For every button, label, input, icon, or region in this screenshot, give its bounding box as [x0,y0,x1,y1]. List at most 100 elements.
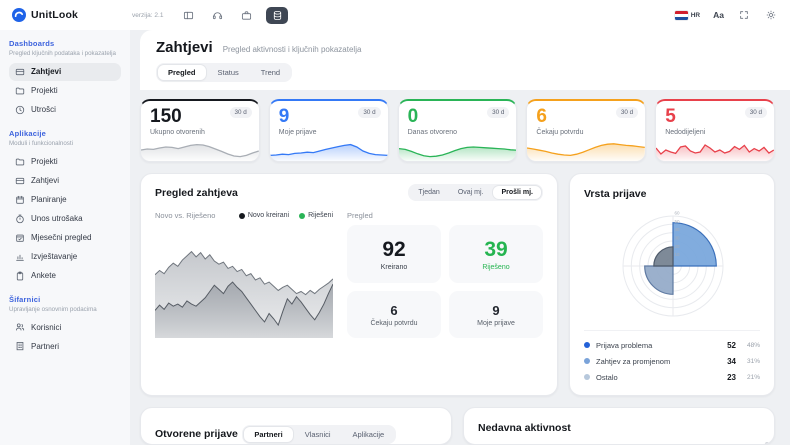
tab-pregled[interactable]: Pregled [158,65,206,80]
sidebar-item-app-projekti[interactable]: Projekti [9,153,121,171]
report-type-card: Vrsta prijave 10 20 30 40 50 60 Prijava probl… [569,173,775,396]
range-prosli-mj-button[interactable]: Prošli mj. [493,186,541,199]
kpi-card-ukupno-otvorenih: 150 Ukupno otvorenih 30 d [140,99,260,162]
page-subtitle: Pregled aktivnosti i ključnih pokazatelj… [222,45,362,54]
content: 150 Ukupno otvorenih 30 d 9 Moje prijave… [130,90,790,445]
legend-dot [584,358,590,364]
open-reports-title: Otvorene prijave [155,428,238,440]
overview-card: Pregled zahtjeva Tjedan Ovaj mj. Prošli … [140,173,558,396]
panel-toggle-icon[interactable] [179,7,197,24]
sidebar-item-utrosci[interactable]: Utrošci [9,101,121,119]
users-icon [16,323,25,331]
page-header: Zahtjevi Pregled aktivnosti i ključnih p… [140,30,790,90]
overview-title: Pregled zahtjeva [155,186,238,199]
font-size-toggle[interactable]: Aa [713,10,724,20]
unitlook-logo-icon [12,8,26,22]
kpi-label: Čekaju potvrdu [536,129,584,136]
section-subtitle: Upravljanje osnovnim podacima [9,305,97,313]
recent-activity-card: Nedavna aktivnost KR Kuhar Renato · Epsi… [463,407,775,445]
tab-status[interactable]: Status [208,65,249,80]
kpi-period-badge: 30 d [358,107,381,118]
clipboard-icon [16,271,24,280]
brand[interactable]: UnitLook [12,8,128,22]
section-title: Aplikacije [9,128,47,138]
tab-trend[interactable]: Trend [251,65,290,80]
range-tjedan-button[interactable]: Tjedan [410,186,447,199]
fullscreen-icon[interactable] [737,7,751,24]
report-type-polar-chart: 10 20 30 40 50 60 [622,211,724,317]
language-label: HR [690,11,701,19]
tab-vlasnici[interactable]: Vlasnici [295,427,341,442]
svg-text:10: 10 [675,252,681,257]
sidebar-item-mjesecni-pregled[interactable]: Mjesečni pregled [9,229,121,247]
open-reports-tabs: Partneri Vlasnici Aplikacije [242,425,397,444]
sidebar-section-dashboards: Dashboards Pregled ključnih podataka i p… [9,39,121,119]
recent-activity-title: Nedavna aktivnost [478,422,571,434]
sidebar-item-partneri[interactable]: Partneri [9,337,121,355]
legend-row-ostalo: Ostalo 23 21% [584,369,760,385]
clock-icon [15,105,25,114]
sidebar-item-izvjestavanje[interactable]: Izvještavanje [9,248,121,266]
archive-icon[interactable] [266,6,289,24]
svg-text:20: 20 [675,244,681,249]
stat-tile-moje-prijave: 9 Moje prijave [449,291,543,338]
kpi-label: Moje prijave [278,129,317,136]
overview-chart-panel: Novo vs. Riješeno Novo kreirani Riješeni [155,211,333,338]
tab-partneri[interactable]: Partneri [244,427,293,442]
sidebar-section-aplikacije: Aplikacije Moduli i funkcionalnosti Proj… [9,129,121,285]
kpi-card-nedodijeljeni: 5 Nedodijeljeni 30 d [655,99,775,162]
folder-icon [15,87,25,95]
legend-dot [584,342,590,348]
app-title: UnitLook [31,9,79,21]
sidebar-item-app-zahtjevi[interactable]: Zahtjevi [9,172,121,190]
range-buttons: Tjedan Ovaj mj. Prošli mj. [408,184,543,201]
page-title: Zahtjevi [156,39,213,56]
language-switcher[interactable]: HR [674,10,701,20]
sparkline-chart [398,137,517,161]
sparkline-chart [527,137,646,161]
chart-label: Novo vs. Riješeno [155,211,216,220]
section-subtitle: Moduli i funkcionalnosti [9,139,73,147]
topbar-icons [179,6,289,24]
legend-dot [299,212,306,219]
calendar-icon [16,195,24,204]
ticket-icon [15,177,25,184]
tab-aplikacije[interactable]: Aplikacije [343,427,395,442]
sparkline-chart [141,137,259,161]
kpi-period-badge: 30 d [487,107,510,118]
section-title: Šifarnici [9,294,41,304]
sidebar-item-korisnici[interactable]: Korisnici [9,318,121,336]
svg-text:50: 50 [675,219,681,224]
svg-text:30: 30 [675,236,681,241]
topbar-right: HR Aa [674,7,778,24]
bar-chart-icon [16,254,24,261]
sidebar-item-unos-utrosaka[interactable]: Unos utrošaka [9,210,121,228]
legend-dot [584,374,590,380]
sidebar-item-projekti[interactable]: Projekti [9,82,121,100]
sidebar-item-zahtjevi[interactable]: Zahtjevi [9,62,121,81]
sidebar-item-planiranje[interactable]: Planiranje [9,191,121,209]
kpi-label: Nedodijeljeni [665,129,706,136]
kpi-card-danas-otvoreno: 0 Danas otvoreno 30 d [397,99,518,162]
stat-tile-rijeseno: 39 Riješeno [449,225,543,283]
briefcase-icon[interactable] [237,7,255,24]
chart-legend: Novo kreirani Riješeni [238,212,333,219]
headset-icon[interactable] [208,7,226,24]
kpi-row: 150 Ukupno otvorenih 30 d 9 Moje prijave… [140,99,775,162]
legend-row-prijava-problema: Prijava problema 52 48% [584,337,760,353]
ticket-icon [15,68,25,75]
sidebar-section-sifarnici: Šifarnici Upravljanje osnovnim podacima … [9,295,121,356]
building-icon [16,342,24,351]
kpi-label: Ukupno otvorenih [150,129,205,136]
sparkline-chart [656,137,774,161]
theme-toggle-icon[interactable] [764,7,778,24]
svg-text:40: 40 [675,227,681,232]
section-title: Dashboards [9,39,55,48]
kpi-card-moje-prijave: 9 Moje prijave 30 d [268,99,389,162]
view-tabs: Pregled Status Trend [156,63,293,82]
timer-icon [16,214,24,223]
range-ovaj-mj-button[interactable]: Ovaj mj. [450,186,492,199]
activity-item[interactable]: KR Kuhar Renato · Epsilon Manufacturing … [478,436,760,444]
sidebar-item-ankete[interactable]: Ankete [9,267,121,285]
topbar: UnitLook verzija: 2.1 HR Aa [0,0,790,30]
